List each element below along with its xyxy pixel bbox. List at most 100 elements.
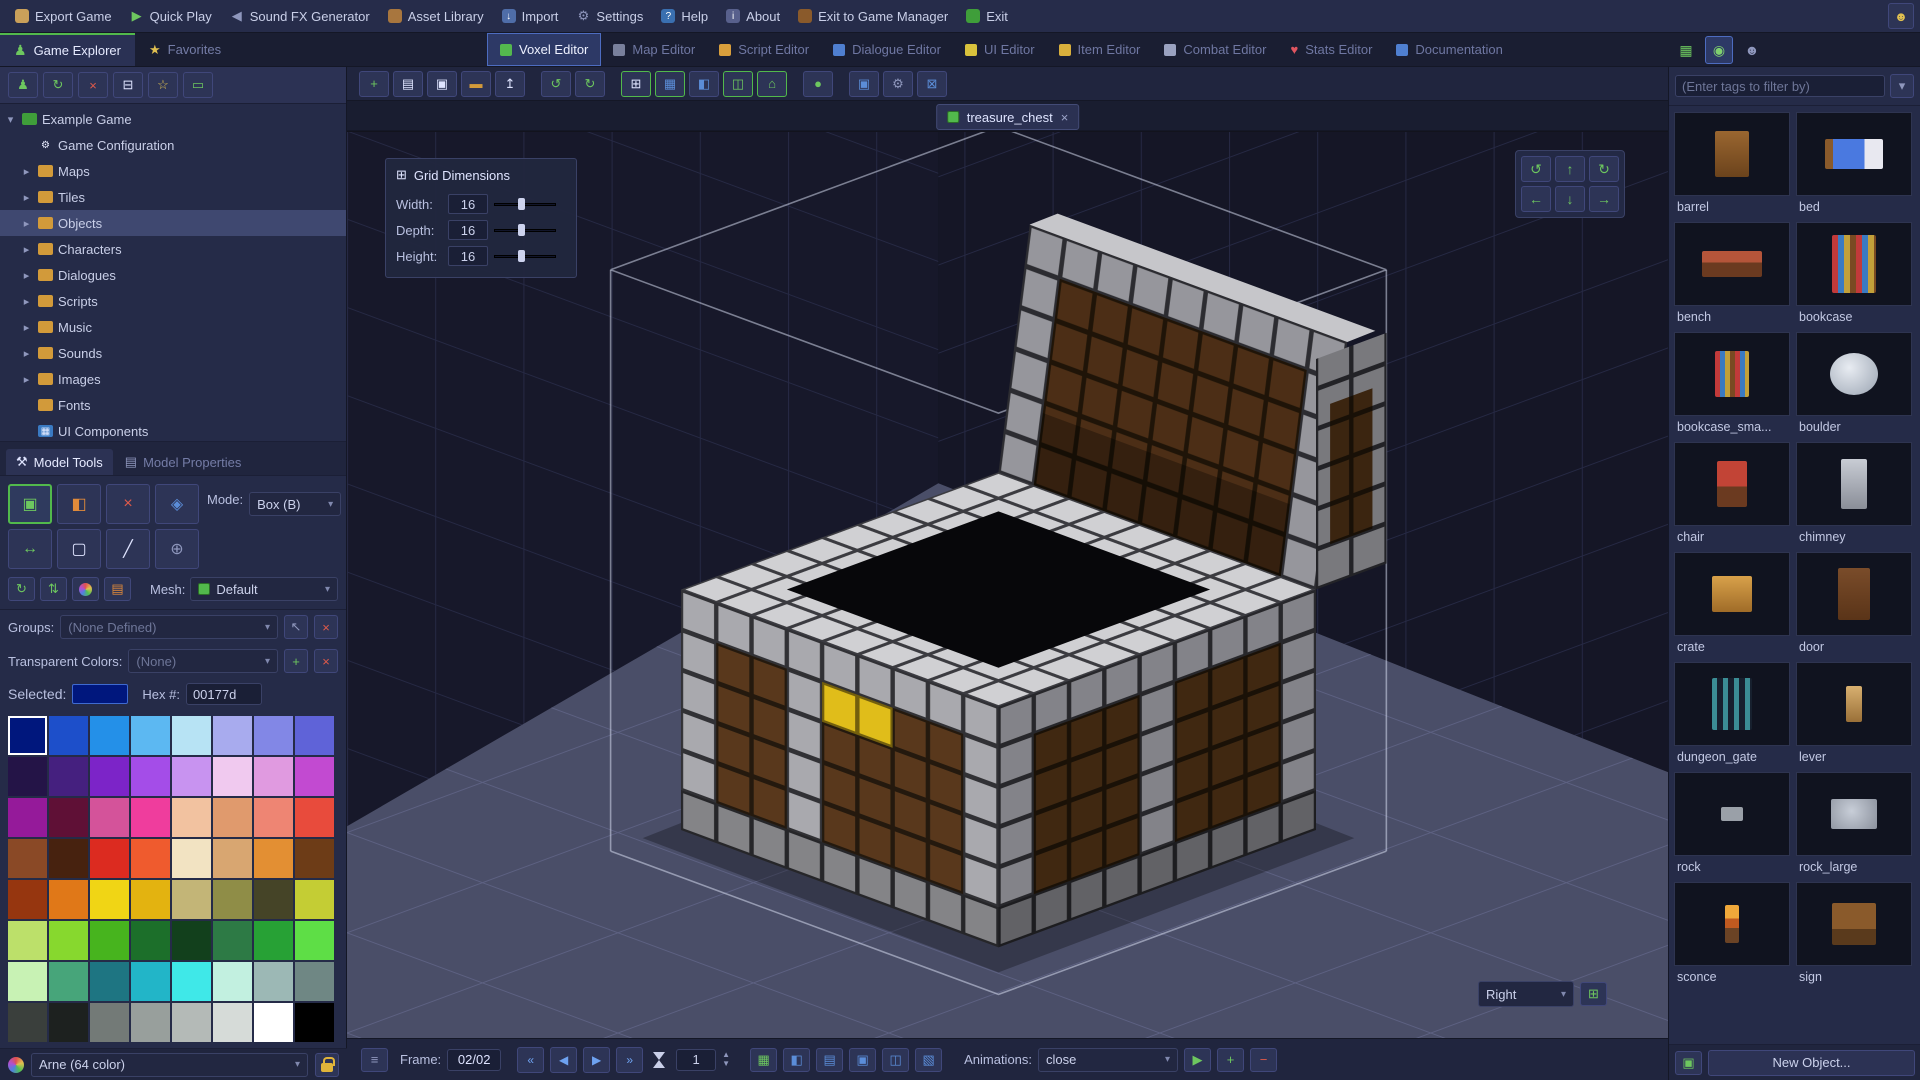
palette-swatch[interactable] bbox=[254, 839, 293, 878]
tree-expand-arrow[interactable]: ▸ bbox=[20, 373, 33, 386]
lock-palette-button[interactable] bbox=[315, 1052, 339, 1077]
tree-item[interactable]: ▸ Characters bbox=[0, 236, 346, 262]
palette-tool-button[interactable] bbox=[72, 577, 99, 601]
play-animation-button[interactable]: ▶ bbox=[1184, 1047, 1212, 1072]
palette-swatch[interactable] bbox=[213, 880, 252, 919]
copy-frame-button[interactable]: ▤ bbox=[816, 1047, 844, 1072]
palette-swatch[interactable] bbox=[90, 921, 129, 960]
palette-swatch[interactable] bbox=[131, 757, 170, 796]
palette-swatch[interactable] bbox=[172, 839, 211, 878]
palette-swatch[interactable] bbox=[213, 757, 252, 796]
palette-swatch[interactable] bbox=[49, 716, 88, 755]
open-folder-button[interactable]: ▬ bbox=[461, 70, 491, 97]
rotate-left-button[interactable]: ← bbox=[1521, 186, 1551, 212]
frame-counter[interactable]: 02/02 bbox=[447, 1048, 502, 1071]
palette-swatch[interactable] bbox=[90, 798, 129, 837]
palette-swatch[interactable] bbox=[213, 962, 252, 1001]
export-model-button[interactable]: ↥ bbox=[495, 70, 525, 97]
library-item[interactable]: chimney bbox=[1793, 439, 1915, 549]
palette-swatch[interactable] bbox=[254, 962, 293, 1001]
palette-swatch[interactable] bbox=[8, 839, 47, 878]
palette-swatch[interactable] bbox=[131, 1003, 170, 1042]
new-object-icon-button[interactable]: ▣ bbox=[1675, 1050, 1702, 1075]
favorite-button[interactable]: ☆ bbox=[148, 72, 178, 98]
scene-3d[interactable]: ⊞ Grid Dimensions Width: 16 Depth: 16 Hei… bbox=[347, 132, 1668, 1038]
palette-swatch[interactable] bbox=[131, 962, 170, 1001]
rotate-model-button[interactable]: ↻ bbox=[8, 577, 35, 601]
palette-swatch[interactable] bbox=[172, 716, 211, 755]
palette-swatch[interactable] bbox=[49, 962, 88, 1001]
palette-swatch[interactable] bbox=[172, 1003, 211, 1042]
menu-sound-fx-generator[interactable]: ◀ Sound FX Generator bbox=[221, 0, 379, 32]
fill-tool[interactable]: ◈ bbox=[155, 484, 199, 524]
toggle-bounds-button[interactable]: ◧ bbox=[689, 70, 719, 97]
palette-swatch[interactable] bbox=[172, 798, 211, 837]
delete-resource-button[interactable]: × bbox=[78, 72, 108, 98]
add-frame-button[interactable]: ▦ bbox=[750, 1047, 778, 1072]
mesh-select[interactable]: Default ▾ bbox=[190, 577, 338, 601]
tab-voxel-editor[interactable]: Voxel Editor bbox=[487, 33, 602, 66]
palette-swatch[interactable] bbox=[90, 839, 129, 878]
menu-export-game[interactable]: Export Game bbox=[6, 0, 121, 32]
toggle-floor-button[interactable]: ◫ bbox=[723, 70, 753, 97]
groups-select[interactable]: (None Defined) ▾ bbox=[60, 615, 278, 639]
close-view-button[interactable]: ⊠ bbox=[917, 70, 947, 97]
move-model-button[interactable]: ⇅ bbox=[40, 577, 67, 601]
add-resource-button[interactable]: ♟ bbox=[8, 72, 38, 98]
tab-library-objects[interactable]: ◉ bbox=[1705, 36, 1733, 64]
height-slider[interactable] bbox=[494, 249, 556, 263]
library-item[interactable]: sign bbox=[1793, 879, 1915, 989]
tree-item[interactable]: ▸ Music bbox=[0, 314, 346, 340]
depth-slider[interactable] bbox=[494, 223, 556, 237]
select-tool[interactable]: ▢ bbox=[57, 529, 101, 569]
palette-swatch[interactable] bbox=[131, 798, 170, 837]
palette-swatch[interactable] bbox=[90, 716, 129, 755]
rotate-cw-button[interactable]: ↻ bbox=[1589, 156, 1619, 182]
tree-expand-arrow[interactable]: ▸ bbox=[20, 191, 33, 204]
tree-expand-arrow[interactable]: ▸ bbox=[20, 165, 33, 178]
first-frame-button[interactable]: « bbox=[517, 1046, 545, 1073]
move-frame-button[interactable]: ◫ bbox=[882, 1047, 910, 1072]
palette-swatch[interactable] bbox=[90, 1003, 129, 1042]
mode-select[interactable]: Box (B) ▾ bbox=[249, 492, 342, 516]
palette-swatch[interactable] bbox=[49, 839, 88, 878]
tab-library-characters[interactable]: ☻ bbox=[1738, 36, 1766, 64]
duplicate-frame-button[interactable]: ◧ bbox=[783, 1047, 811, 1072]
palette-swatch[interactable] bbox=[213, 798, 252, 837]
tab-favorites[interactable]: ★ Favorites bbox=[135, 33, 235, 66]
palette-swatch[interactable] bbox=[213, 716, 252, 755]
tree-expand-arrow[interactable]: ▸ bbox=[20, 347, 33, 360]
close-tab-icon[interactable]: × bbox=[1061, 110, 1069, 125]
palette-swatch[interactable] bbox=[131, 880, 170, 919]
height-value[interactable]: 16 bbox=[448, 246, 488, 266]
palette-swatch[interactable] bbox=[8, 1003, 47, 1042]
tab-stats-editor[interactable]: ♥ Stats Editor bbox=[1278, 33, 1384, 66]
palette-swatch[interactable] bbox=[172, 757, 211, 796]
remove-animation-button[interactable]: − bbox=[1250, 1047, 1278, 1072]
save-model-button[interactable]: ▤ bbox=[393, 70, 423, 97]
toggle-roof-button[interactable]: ⌂ bbox=[757, 70, 787, 97]
color-picker-tool[interactable]: ╱ bbox=[106, 529, 150, 569]
library-item[interactable]: bench bbox=[1671, 219, 1793, 329]
duration-stepper[interactable]: ▲ ▼ bbox=[722, 1051, 730, 1068]
redo-button[interactable]: ↻ bbox=[575, 70, 605, 97]
frame-duration-input[interactable]: 1 bbox=[676, 1048, 717, 1071]
tree-item[interactable]: ▸ Maps bbox=[0, 158, 346, 184]
palette-swatch[interactable] bbox=[90, 757, 129, 796]
menu-help[interactable]: ? Help bbox=[652, 0, 717, 32]
palette-swatch[interactable] bbox=[172, 921, 211, 960]
tab-documentation[interactable]: Documentation bbox=[1384, 33, 1514, 66]
tree-item[interactable]: ▾ Example Game bbox=[0, 106, 346, 132]
library-item[interactable]: door bbox=[1793, 549, 1915, 659]
library-item[interactable]: bed bbox=[1793, 109, 1915, 219]
palette-swatch[interactable] bbox=[131, 921, 170, 960]
menu-about[interactable]: i About bbox=[717, 0, 789, 32]
view-direction-select[interactable]: Right ▾ bbox=[1478, 981, 1574, 1007]
tree-item[interactable]: ▸ Dialogues bbox=[0, 262, 346, 288]
palette-swatch[interactable] bbox=[172, 962, 211, 1001]
library-item[interactable]: crate bbox=[1671, 549, 1793, 659]
palette-swatch[interactable] bbox=[131, 839, 170, 878]
delete-group-button[interactable]: × bbox=[314, 615, 338, 639]
tree-item[interactable]: ▸ Objects bbox=[0, 210, 346, 236]
palette-swatch[interactable] bbox=[254, 880, 293, 919]
